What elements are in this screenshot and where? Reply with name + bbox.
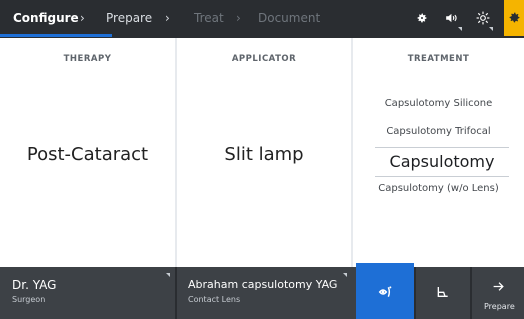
- step-configure[interactable]: Configure: [13, 0, 79, 36]
- patient-position-button[interactable]: [416, 267, 470, 319]
- procedure-selector[interactable]: Abraham capsulotomy YAG Contact Lens: [177, 267, 354, 319]
- next-step-label: Prepare: [484, 302, 515, 311]
- step-document: Document: [258, 11, 321, 25]
- corner-indicator: [458, 27, 462, 31]
- corner-indicator: [343, 273, 347, 277]
- treatment-option[interactable]: Capsulotomy (w/o Lens): [353, 183, 524, 194]
- therapy-heading: THERAPY: [63, 54, 112, 64]
- settings-button[interactable]: [504, 0, 524, 36]
- applicator-heading: APPLICATOR: [231, 54, 297, 64]
- surgeon-selector[interactable]: Dr. YAG Surgeon: [0, 267, 175, 319]
- brightness-icon[interactable]: [472, 0, 494, 36]
- procedure-lens: Contact Lens: [188, 295, 241, 304]
- next-prepare-button[interactable]: Prepare: [472, 267, 524, 319]
- step-treat: Treat: [194, 11, 224, 25]
- therapy-value[interactable]: Post-Cataract: [0, 144, 175, 165]
- surgeon-role: Surgeon: [12, 295, 46, 304]
- treatment-option[interactable]: Capsulotomy Silicone: [353, 98, 524, 109]
- chevron-right-icon: ›: [80, 11, 85, 25]
- treatment-heading: TREATMENT: [407, 54, 470, 64]
- treatment-option[interactable]: Capsulotomy Trifocal: [353, 126, 524, 137]
- eye-lens-icon: [377, 284, 393, 304]
- lens-button[interactable]: [356, 263, 414, 319]
- treatment-option-selected[interactable]: Capsulotomy: [375, 147, 509, 177]
- corner-indicator: [166, 273, 170, 277]
- chevron-right-icon: ›: [165, 11, 170, 25]
- surgeon-name: Dr. YAG: [12, 278, 57, 292]
- gear-icon[interactable]: [412, 0, 432, 36]
- corner-indicator: [489, 27, 493, 31]
- chair-icon: [435, 285, 451, 305]
- settings-icon: [508, 9, 521, 28]
- step-prepare[interactable]: Prepare: [106, 0, 152, 36]
- chevron-right-icon: ›: [236, 11, 241, 25]
- procedure-name: Abraham capsulotomy YAG: [188, 278, 338, 291]
- speaker-icon[interactable]: [441, 0, 463, 36]
- arrow-right-icon: [492, 278, 505, 297]
- applicator-value[interactable]: Slit lamp: [177, 144, 351, 165]
